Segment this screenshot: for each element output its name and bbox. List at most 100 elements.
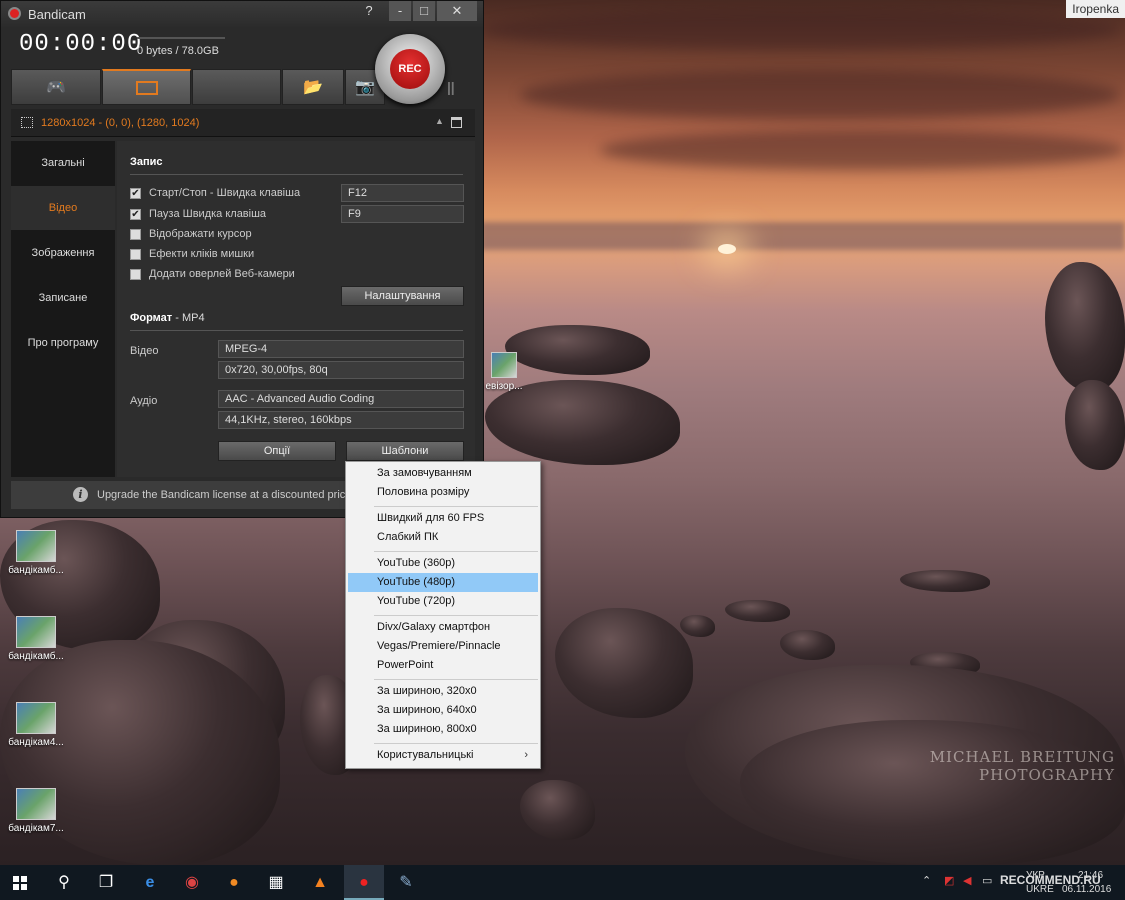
rock <box>555 608 693 718</box>
submenu-arrow-icon: › <box>524 749 528 761</box>
search-button[interactable]: ⚲ <box>44 865 84 900</box>
rock <box>680 615 715 637</box>
format-container: - MP4 <box>172 312 205 324</box>
menu-item-weak-pc[interactable]: Слабкий ПК <box>348 528 538 547</box>
desktop-icon-file[interactable]: бандікам4... <box>0 702 72 748</box>
menu-item-divx-galaxy[interactable]: Divx/Galaxy смартфон <box>348 618 538 637</box>
checkbox-icon[interactable] <box>130 269 141 280</box>
tv-icon <box>491 352 517 378</box>
taskbar-app[interactable]: ◉ <box>172 865 212 900</box>
sidebar-item-about[interactable]: Про програму <box>11 321 115 365</box>
tab-rectangle-mode[interactable] <box>102 69 191 105</box>
menu-item-powerpoint[interactable]: PowerPoint <box>348 656 538 675</box>
pause-icon[interactable]: | | <box>447 79 455 95</box>
edge-icon: e <box>145 874 155 891</box>
menu-item-half-size[interactable]: Половина розміру <box>348 483 538 502</box>
audio-params-field: 44,1KHz, stereo, 160kbps <box>218 411 464 429</box>
taskbar-paint[interactable]: ✎ <box>386 865 426 900</box>
record-section-title: Запис <box>130 156 163 168</box>
window-mode-icon[interactable] <box>451 117 462 128</box>
checkbox-checked-icon[interactable]: ✔ <box>130 209 141 220</box>
menu-item-youtube-480p[interactable]: YouTube (480p) <box>348 573 538 592</box>
desktop-icon-label: бандікамб... <box>8 565 64 576</box>
menu-item-width-800[interactable]: За шириною, 800x0 <box>348 720 538 739</box>
desktop-icon-file[interactable]: бандікам7... <box>0 788 72 834</box>
checkbox-icon[interactable] <box>130 229 141 240</box>
audio-label: Аудіо <box>130 395 158 407</box>
bandicam-logo-icon <box>8 7 21 20</box>
menu-item-custom[interactable]: Користувальницькі › <box>348 746 538 765</box>
menu-item-fast-60fps[interactable]: Швидкий для 60 FPS <box>348 509 538 528</box>
sidebar-item-general[interactable]: Загальні <box>11 141 115 185</box>
menu-item-width-640[interactable]: За шириною, 640x0 <box>348 701 538 720</box>
vlc-icon: ▲ <box>312 874 328 891</box>
format-heading: Формат <box>130 312 173 324</box>
taskbar-bandicam[interactable]: ● <box>344 865 384 900</box>
taskbar-vlc[interactable]: ▲ <box>300 865 340 900</box>
desktop-icon-label: бандікамб... <box>8 651 64 662</box>
settings-button[interactable]: Налаштування <box>341 286 464 306</box>
rock <box>725 600 790 622</box>
rec-button[interactable]: REC <box>375 34 445 104</box>
sidebar-item-video[interactable]: Відео <box>11 186 115 230</box>
title-bar[interactable]: Bandicam ? - □ ✕ <box>1 1 483 27</box>
option-label: Додати оверлей Веб-камери <box>149 268 295 280</box>
photo-watermark: MICHAEL BREITUNG PHOTOGRAPHY <box>930 748 1115 784</box>
keyboard-layout[interactable]: UKRE <box>1026 884 1054 895</box>
rock <box>780 630 835 660</box>
flag-icon[interactable]: ◀ <box>963 874 971 887</box>
menu-item-youtube-720p[interactable]: YouTube (720p) <box>348 592 538 611</box>
battery-icon[interactable]: ▭ <box>982 874 992 887</box>
taskbar-edge[interactable]: e <box>130 865 170 900</box>
gamepad-icon: 🎮 <box>46 79 66 96</box>
templates-button[interactable]: Шаблони <box>346 441 464 461</box>
taskbar-store[interactable]: ▦ <box>256 865 296 900</box>
caret-up-icon[interactable]: ▲ <box>435 116 444 126</box>
upgrade-text[interactable]: Upgrade the Bandicam license at a discou… <box>97 489 358 501</box>
antivirus-icon[interactable]: ◩ <box>944 874 954 887</box>
menu-separator <box>374 551 538 552</box>
minimize-button[interactable]: - <box>389 1 411 21</box>
task-view-button[interactable]: ❐ <box>86 865 126 900</box>
rock <box>900 570 990 592</box>
checkbox-icon[interactable] <box>130 249 141 260</box>
taskbar-firefox[interactable]: ● <box>214 865 254 900</box>
keyboard-language[interactable]: УКР <box>1026 870 1045 881</box>
tab-screen-mode[interactable] <box>192 69 281 105</box>
menu-item-width-320[interactable]: За шириною, 320x0 <box>348 682 538 701</box>
sidebar-item-image[interactable]: Зображення <box>11 231 115 275</box>
help-button[interactable]: ? <box>359 1 379 21</box>
rock <box>485 380 680 465</box>
watermark-line: MICHAEL BREITUNG <box>929 748 1115 766</box>
start-stop-hotkey-field[interactable]: F12 <box>341 184 464 202</box>
pause-hotkey-field[interactable]: F9 <box>341 205 464 223</box>
windows-logo-icon <box>13 875 27 890</box>
tab-game-mode[interactable]: 🎮 <box>11 69 101 105</box>
start-button[interactable] <box>0 865 40 900</box>
sidebar-item-recorded[interactable]: Записане <box>11 276 115 320</box>
tray-chevron-icon[interactable]: ⌃ <box>922 874 931 887</box>
video-codec-field[interactable]: MPEG-4 <box>218 340 464 358</box>
clock-date[interactable]: 06.11.2016 <box>1062 884 1111 895</box>
close-button[interactable]: ✕ <box>437 1 477 21</box>
maximize-button[interactable]: □ <box>413 1 435 21</box>
store-icon: ▦ <box>268 874 284 891</box>
clock-time[interactable]: 21:46 <box>1078 870 1103 881</box>
site-tag: Iropenka <box>1066 0 1125 18</box>
menu-item-vegas-premiere[interactable]: Vegas/Premiere/Pinnacle <box>348 637 538 656</box>
bandicam-window: Bandicam ? - □ ✕ 00:00:00 0 bytes / 78.0… <box>0 0 484 518</box>
checkbox-checked-icon[interactable]: ✔ <box>130 188 141 199</box>
desktop-icon-file[interactable]: бандікамб... <box>0 616 72 662</box>
horizon <box>480 222 1125 250</box>
capture-area-text: 1280x1024 - (0, 0), (1280, 1024) <box>41 117 200 129</box>
menu-item-default[interactable]: За замовчуванням <box>348 464 538 483</box>
templates-context-menu: За замовчуванням Половина розміру Швидки… <box>345 461 541 769</box>
option-label: Старт/Стоп - Швидка клавіша <box>149 187 301 199</box>
menu-separator <box>374 615 538 616</box>
desktop-icon-file[interactable]: бандікамб... <box>0 530 72 576</box>
audio-codec-field[interactable]: AAC - Advanced Audio Coding <box>218 390 464 408</box>
options-button[interactable]: Опції <box>218 441 336 461</box>
menu-item-youtube-360p[interactable]: YouTube (360p) <box>348 554 538 573</box>
open-folder-button[interactable]: 📂 <box>282 69 344 105</box>
video-thumbnail-icon <box>16 788 56 820</box>
